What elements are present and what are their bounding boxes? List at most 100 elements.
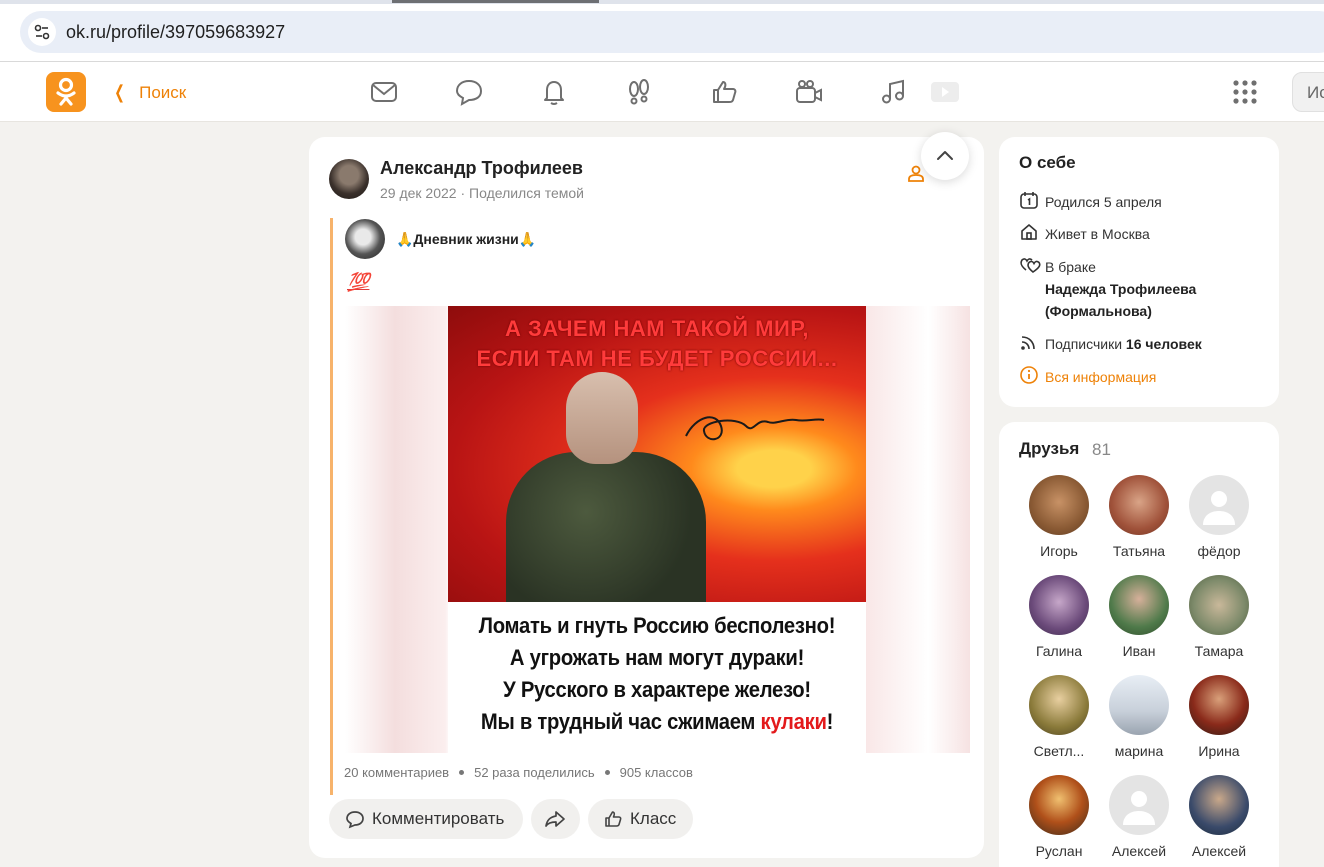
- guests-footprints-icon[interactable]: [621, 74, 657, 110]
- like-button[interactable]: Класс: [588, 799, 693, 839]
- lives-text: Живет в Москва: [1045, 226, 1150, 242]
- share-button[interactable]: [531, 799, 580, 839]
- friend-item[interactable]: марина: [1099, 675, 1179, 759]
- back-label: Поиск: [139, 83, 187, 102]
- calendar-icon: [1020, 192, 1038, 209]
- image-blur-edge: [866, 306, 970, 753]
- friend-name: Руслан: [1035, 843, 1083, 859]
- friends-title[interactable]: Друзья: [1019, 439, 1079, 459]
- friend-avatar: [1109, 475, 1169, 535]
- friend-name: Иван: [1122, 643, 1156, 659]
- friend-item[interactable]: Игорь: [1019, 475, 1099, 559]
- friend-item[interactable]: Тамара: [1179, 575, 1259, 659]
- default-avatar-icon: [1189, 475, 1249, 535]
- default-avatar-icon: [1109, 775, 1169, 835]
- shares-count[interactable]: 52 раза поделились: [474, 765, 595, 780]
- group-avatar[interactable]: [345, 219, 385, 259]
- marital-status: В браке: [1045, 259, 1096, 275]
- search-input[interactable]: Ис: [1292, 72, 1324, 112]
- apps-grid-icon[interactable]: [1232, 79, 1258, 105]
- shared-topic: 🙏Дневник жизни🙏 💯 А ЗАЧЕМ НАМ ТАКОЙ МИР,…: [330, 218, 970, 795]
- friend-avatar: [1109, 575, 1169, 635]
- post-date[interactable]: 29 дек 2022: [380, 185, 457, 201]
- born-text: Родился 5 апреля: [1045, 194, 1162, 210]
- friend-avatar: [1189, 675, 1249, 735]
- notifications-bell-icon[interactable]: [536, 74, 572, 110]
- poster-illustration: А ЗАЧЕМ НАМ ТАКОЙ МИР, ЕСЛИ ТАМ НЕ БУДЕТ…: [448, 306, 866, 602]
- poster-line-3: У Русского в характере железо!: [503, 677, 811, 702]
- search-placeholder: Ис: [1307, 83, 1324, 102]
- post-stats: 20 комментариев 52 раза поделились 905 кла…: [344, 765, 693, 780]
- poster-headline: А ЗАЧЕМ НАМ ТАКОЙ МИР, ЕСЛИ ТАМ НЕ БУДЕТ…: [448, 314, 866, 374]
- friend-item[interactable]: фёдор: [1179, 475, 1259, 559]
- friend-item[interactable]: Алексей: [1179, 775, 1259, 859]
- friend-name: Тамара: [1194, 643, 1244, 659]
- chevron-up-icon: [937, 151, 953, 160]
- friends-card: Друзья 81 Игорь Татьяна фёдор Галина Ива…: [999, 422, 1279, 867]
- thumbs-up-icon: [605, 811, 622, 827]
- all-info-link[interactable]: Вся информация: [1045, 366, 1156, 388]
- like-button-label: Класс: [630, 809, 677, 828]
- ok-logo-icon: [56, 77, 76, 106]
- author-name[interactable]: Александр Трофилеев: [380, 158, 583, 179]
- back-to-search-link[interactable]: ❮ Поиск: [112, 82, 186, 103]
- about-card: О себе Родился 5 апреля Живет в Москва В…: [999, 137, 1279, 407]
- figure-body: [506, 452, 706, 602]
- active-tab-indicator[interactable]: [392, 0, 599, 3]
- friend-avatar: [1029, 575, 1089, 635]
- video-play-icon[interactable]: [927, 74, 963, 110]
- post-meta: 29 дек 2022 · Поделился темой: [380, 185, 584, 201]
- friend-avatar: [1029, 675, 1089, 735]
- likes-count[interactable]: 905 классов: [620, 765, 693, 780]
- likes-thumbs-up-icon[interactable]: [706, 74, 742, 110]
- ok-logo[interactable]: [46, 72, 86, 112]
- spouse-name[interactable]: Надежда Трофилеева: [1045, 281, 1196, 297]
- poster: А ЗАЧЕМ НАМ ТАКОЙ МИР, ЕСЛИ ТАМ НЕ БУДЕТ…: [448, 306, 866, 753]
- poster-line-4: Мы в трудный час сжимаем кулаки!: [465, 706, 850, 738]
- address-bar[interactable]: ok.ru/profile/397059683927: [20, 11, 1324, 53]
- subscribers-text[interactable]: Подписчики 16 человек: [1045, 333, 1202, 355]
- friend-name: Ирина: [1198, 743, 1240, 759]
- home-icon: [1021, 224, 1037, 240]
- comments-count[interactable]: 20 комментариев: [344, 765, 449, 780]
- spouse-maiden-name[interactable]: (Формальнова): [1045, 303, 1152, 319]
- post-card: Александр Трофилеев 29 дек 2022 · Подели…: [309, 137, 984, 858]
- browser-toolbar: ok.ru/profile/397059683927: [0, 4, 1324, 61]
- friend-avatar: [1189, 575, 1249, 635]
- url-text[interactable]: ok.ru/profile/397059683927: [66, 22, 285, 43]
- poster-line-4-red: кулаки: [760, 709, 827, 734]
- comment-button[interactable]: Комментировать: [329, 799, 523, 839]
- poster-headline-line-1: А ЗАЧЕМ НАМ ТАКОЙ МИР,: [504, 316, 810, 341]
- friend-avatar: [1029, 475, 1089, 535]
- friend-item[interactable]: Алексей: [1099, 775, 1179, 859]
- poster-line-4-main: Мы в трудный час сжимаем: [480, 709, 761, 734]
- group-name[interactable]: 🙏Дневник жизни🙏: [396, 231, 536, 248]
- person-figure: [506, 368, 706, 602]
- marital-text: В браке Надежда Трофилеева (Формальнова): [1045, 256, 1196, 322]
- friend-name: Галина: [1035, 643, 1083, 659]
- friend-item[interactable]: Руслан: [1019, 775, 1099, 859]
- poster-line-2: А угрожать нам могут дураки!: [509, 645, 805, 670]
- scroll-to-top-button[interactable]: [921, 132, 969, 180]
- author-avatar[interactable]: [329, 159, 369, 199]
- figure-head: [566, 372, 638, 464]
- friend-avatar: [1109, 675, 1169, 735]
- subscribers-value: 16 человек: [1125, 336, 1202, 352]
- music-note-icon[interactable]: [876, 74, 912, 110]
- friend-item[interactable]: Ирина: [1179, 675, 1259, 759]
- about-title: О себе: [1019, 153, 1076, 172]
- friend-name: фёдор: [1197, 543, 1241, 559]
- comment-button-label: Комментировать: [372, 809, 505, 828]
- video-camera-icon[interactable]: [791, 74, 827, 110]
- friend-item[interactable]: Светл...: [1019, 675, 1099, 759]
- messages-envelope-icon[interactable]: [366, 74, 402, 110]
- signature-graphic: [685, 416, 825, 441]
- discussions-chat-bubble-icon[interactable]: [451, 74, 487, 110]
- friend-item[interactable]: Иван: [1099, 575, 1179, 659]
- site-settings-icon[interactable]: [28, 18, 56, 46]
- post-image[interactable]: А ЗАЧЕМ НАМ ТАКОЙ МИР, ЕСЛИ ТАМ НЕ БУДЕТ…: [345, 306, 970, 753]
- poster-text: Ломать и гнуть Россию бесполезно! А угро…: [448, 606, 866, 753]
- friend-item[interactable]: Татьяна: [1099, 475, 1179, 559]
- friend-item[interactable]: Галина: [1019, 575, 1099, 659]
- site-header: ❮ Поиск Ис: [0, 62, 1324, 122]
